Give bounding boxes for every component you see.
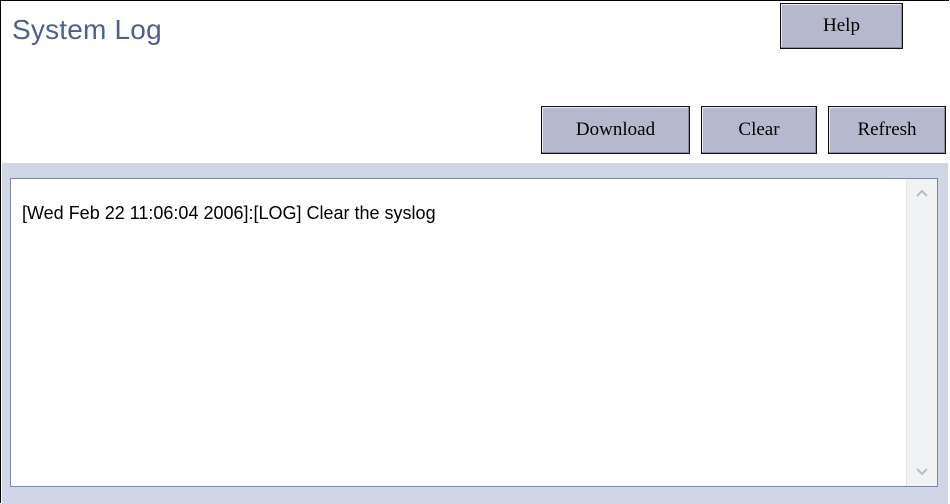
log-panel: [Wed Feb 22 11:06:04 2006]:[LOG] Clear t… (2, 163, 948, 504)
scrollbar[interactable] (906, 179, 937, 486)
download-button[interactable]: Download (541, 106, 690, 154)
help-button[interactable]: Help (780, 3, 903, 49)
clear-button[interactable]: Clear (701, 106, 817, 154)
chevron-up-icon[interactable] (911, 183, 933, 203)
refresh-button[interactable]: Refresh (828, 106, 946, 154)
page-title: System Log (12, 14, 162, 45)
log-entry: [Wed Feb 22 11:06:04 2006]:[LOG] Clear t… (22, 203, 436, 223)
chevron-down-icon[interactable] (911, 462, 933, 482)
log-textarea[interactable]: [Wed Feb 22 11:06:04 2006]:[LOG] Clear t… (10, 178, 938, 487)
